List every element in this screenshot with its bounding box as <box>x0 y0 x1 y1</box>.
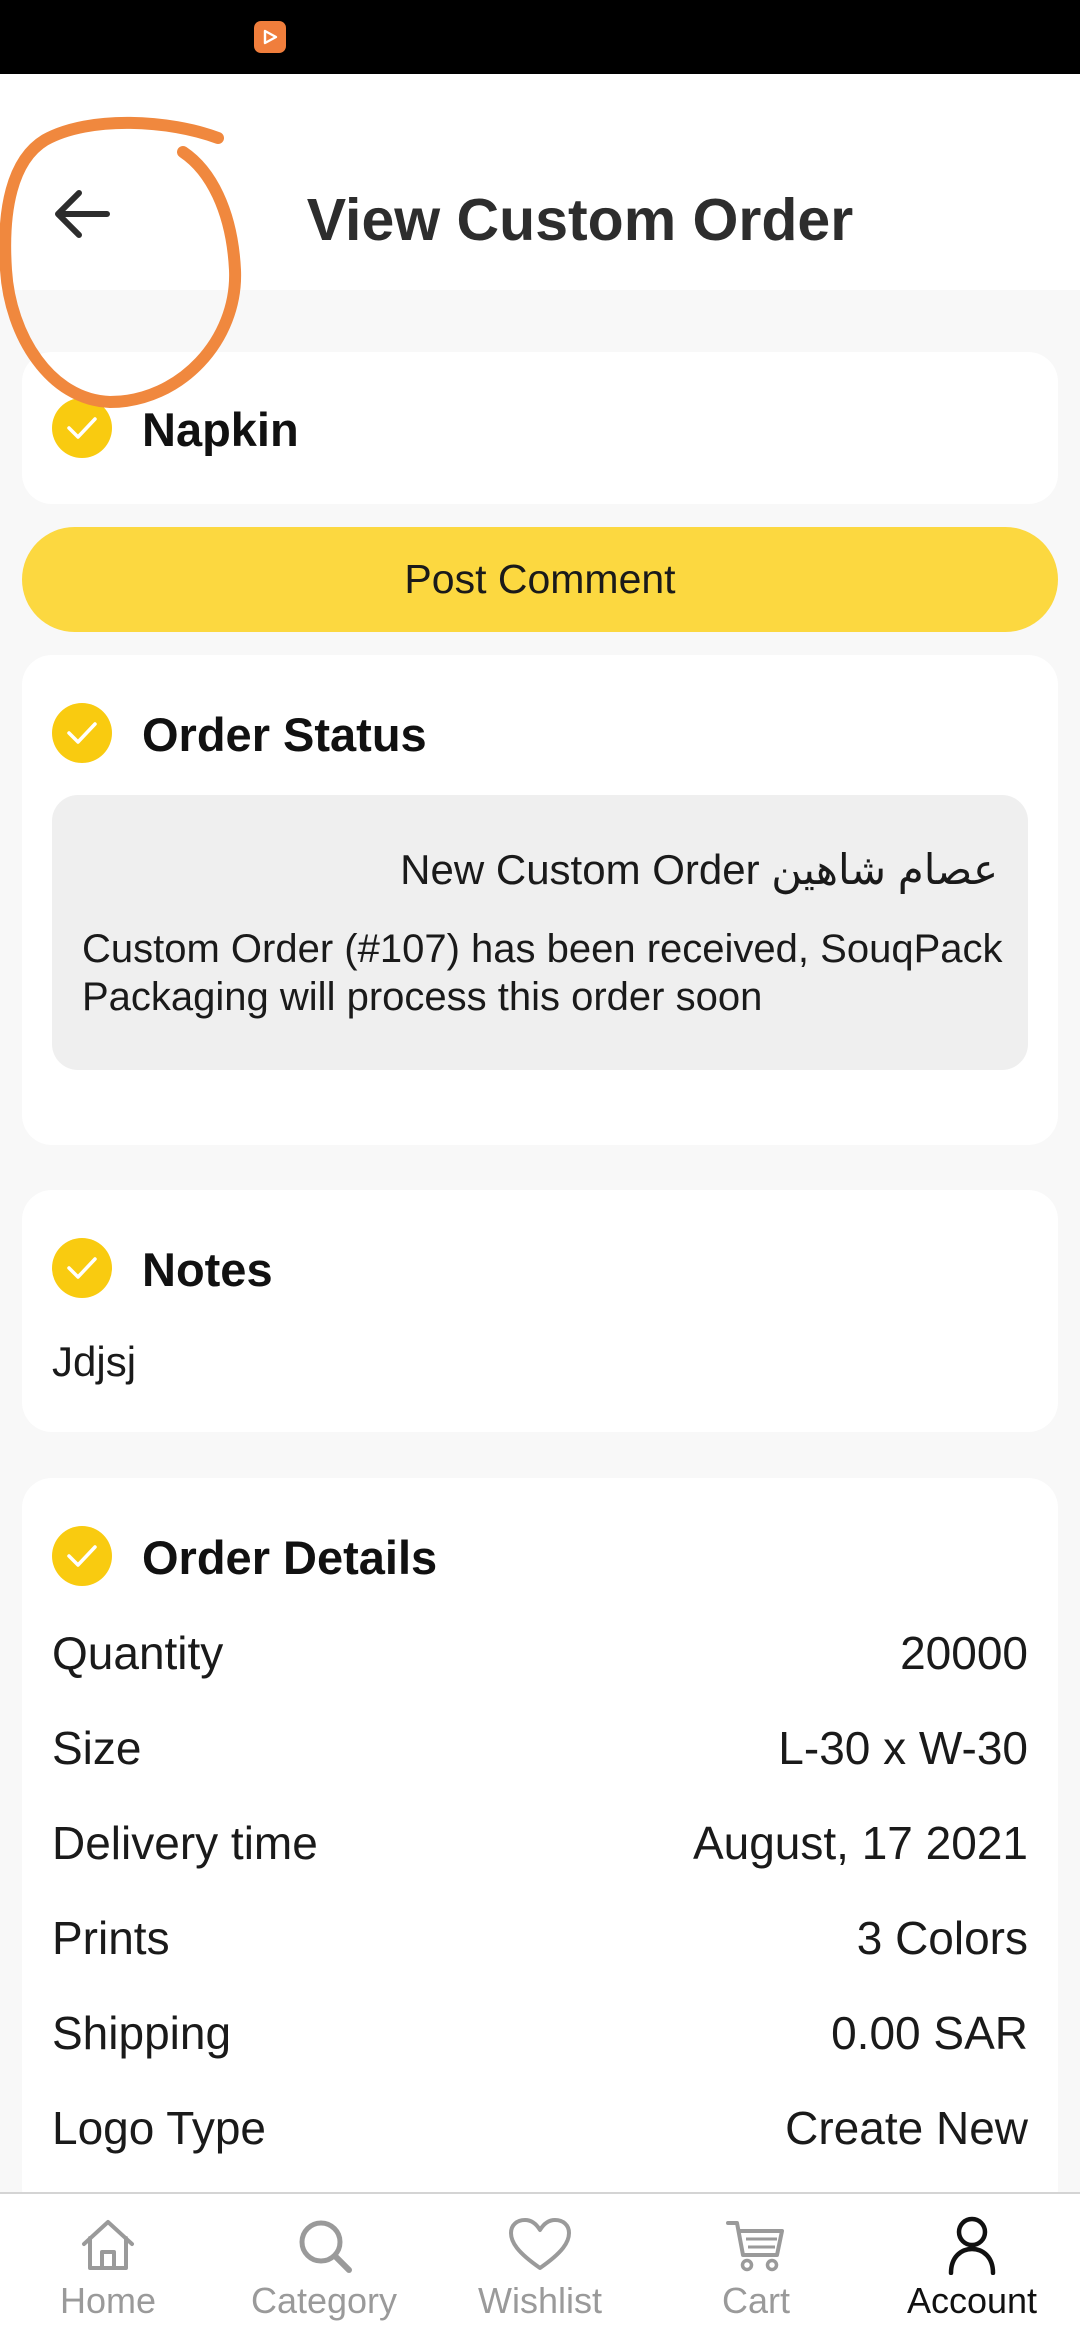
check-icon <box>52 398 112 458</box>
detail-value: 0.00 SAR <box>831 2007 1028 2059</box>
nav-item-account[interactable]: Account <box>864 2194 1080 2340</box>
notes-heading: Notes <box>142 1243 273 1296</box>
bottom-nav: Home Category Wishlist Cart Account <box>0 2192 1080 2340</box>
nav-label: Cart <box>721 2280 790 2321</box>
check-icon <box>52 1238 112 1298</box>
nav-label: Account <box>906 2280 1038 2321</box>
app-header <box>0 74 1080 290</box>
search-icon <box>299 2220 352 2273</box>
home-icon <box>82 2220 134 2270</box>
heart-icon <box>509 2218 571 2270</box>
status-message-title: New Custom Order عصام شاهين <box>400 846 998 893</box>
detail-value: 3 Colors <box>856 1912 1028 1964</box>
cart-icon <box>726 2221 784 2272</box>
detail-label: Quantity <box>52 1627 224 1679</box>
check-icon <box>52 1526 112 1586</box>
nav-item-wishlist[interactable]: Wishlist <box>432 2194 648 2340</box>
detail-label: Delivery time <box>52 1817 318 1869</box>
check-icon <box>52 703 112 763</box>
nav-item-home[interactable]: Home <box>0 2194 216 2340</box>
detail-value: L-30 x W-30 <box>778 1722 1028 1774</box>
nav-label: Home <box>59 2280 157 2321</box>
order-details-heading: Order Details <box>142 1531 438 1584</box>
notification-app-icon <box>254 21 286 53</box>
detail-row-quantity: Quantity 20000 <box>52 1626 1028 1686</box>
detail-label: Prints <box>52 1912 170 1964</box>
product-card: Napkin <box>22 352 1058 504</box>
detail-value: Create New <box>785 2102 1028 2154</box>
detail-row-logo-type: Logo Type Create New <box>52 2101 1028 2161</box>
detail-value: August, 17 2021 <box>692 1817 1028 1869</box>
status-message-body: Custom Order (#107) has been received, S… <box>82 927 1003 1019</box>
notes-card: Notes Jdjsj <box>22 1190 1058 1432</box>
status-message: New Custom Order عصام شاهين Custom Order… <box>52 795 1028 1070</box>
detail-row-prints: Prints 3 Colors <box>52 1911 1028 1971</box>
nav-item-category[interactable]: Category <box>216 2194 432 2340</box>
nav-label: Wishlist <box>478 2280 602 2321</box>
detail-value: 20000 <box>900 1627 1028 1679</box>
detail-label: Size <box>52 1722 142 1774</box>
status-bar <box>0 0 1080 74</box>
nav-label: Category <box>250 2280 398 2321</box>
detail-row-size: Size L-30 x W-30 <box>52 1721 1028 1781</box>
detail-label: Logo Type <box>52 2102 267 2154</box>
order-status-heading: Order Status <box>142 708 427 761</box>
user-icon <box>948 2216 996 2275</box>
page-title: View Custom Order <box>306 187 854 253</box>
detail-row-shipping: Shipping 0.00 SAR <box>52 2006 1028 2066</box>
nav-item-cart[interactable]: Cart <box>648 2194 864 2340</box>
detail-row-delivery-time: Delivery time August, 17 2021 <box>52 1816 1028 1876</box>
order-status-card: Order Status New Custom Order عصام شاهين… <box>22 655 1058 1145</box>
product-name: Napkin <box>142 403 299 456</box>
order-details-card: Order Details Quantity 20000 Size L-30 x… <box>22 1478 1058 2218</box>
detail-label: Shipping <box>52 2007 232 2059</box>
post-comment-button[interactable]: Post Comment <box>22 527 1058 632</box>
notes-text: Jdjsj <box>52 1338 137 1385</box>
